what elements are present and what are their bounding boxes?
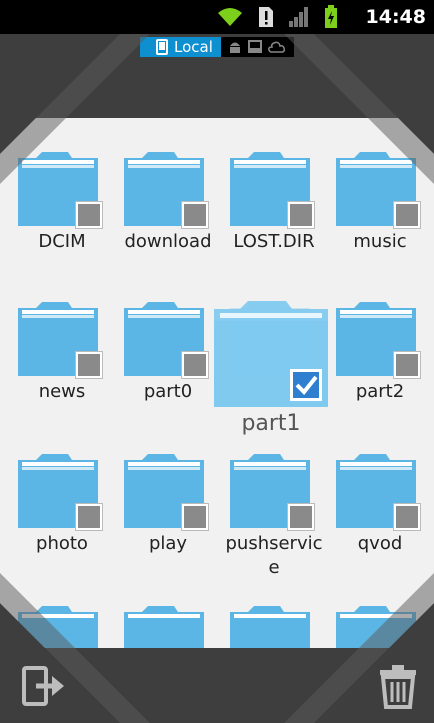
sim-alert-icon <box>259 7 273 27</box>
status-icons <box>216 5 338 29</box>
battery-charging-icon <box>325 5 337 28</box>
trash-icon[interactable] <box>374 662 422 710</box>
wifi-icon <box>218 8 242 26</box>
move-icon[interactable] <box>20 662 68 710</box>
clock: 14:48 <box>365 6 426 28</box>
corner-overlay <box>0 34 434 723</box>
status-bar: 14:48 <box>0 0 434 34</box>
signal-icon <box>289 7 308 27</box>
